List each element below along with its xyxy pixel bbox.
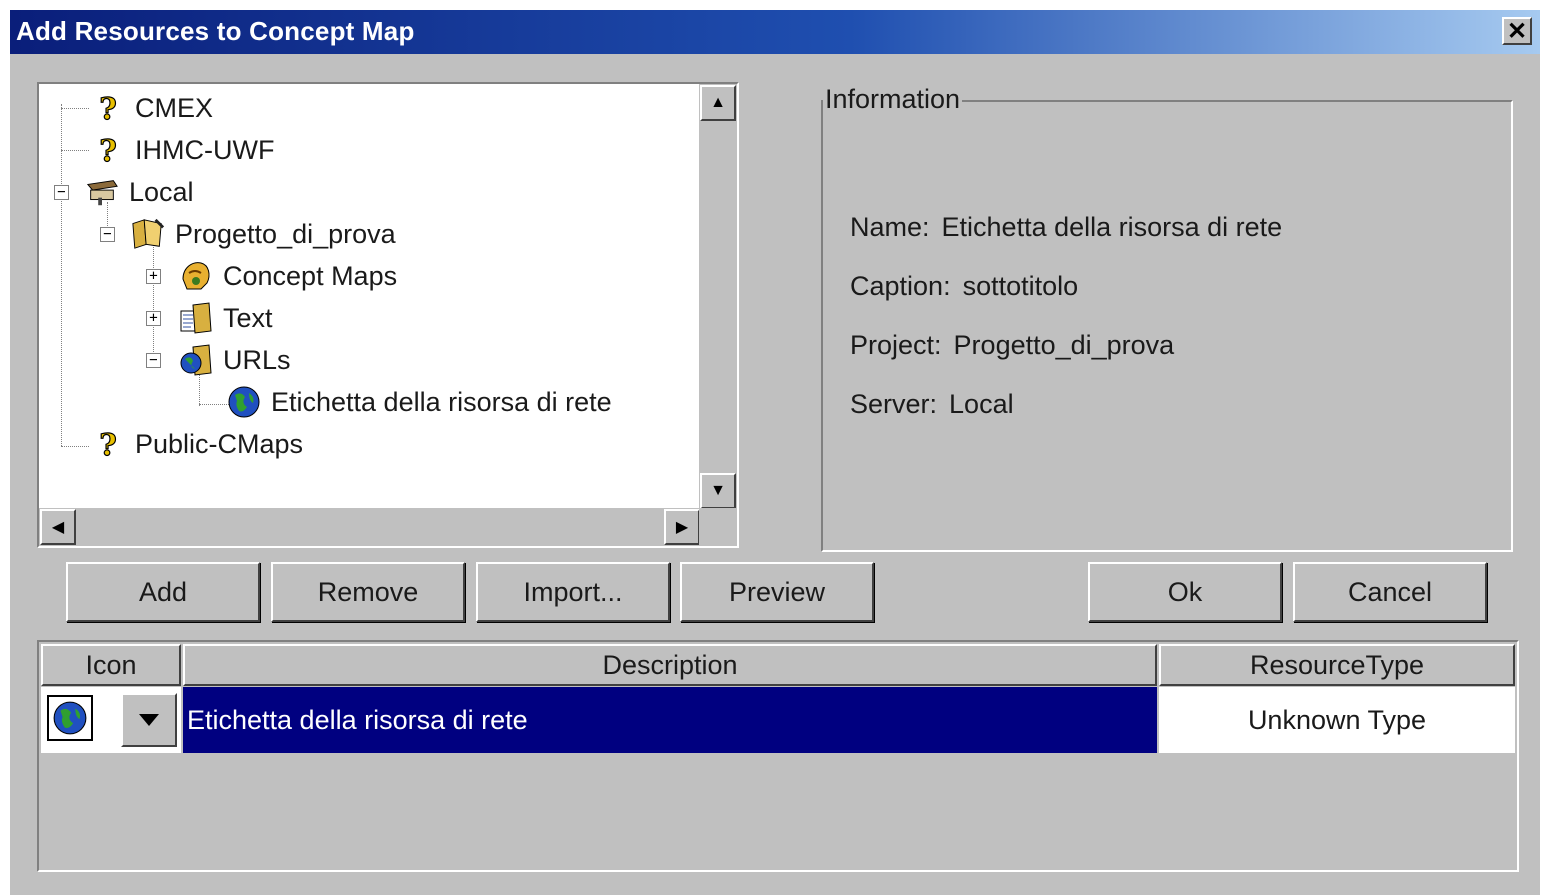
resource-tree[interactable]: − − + + − ? CMEX ? IHMC-UWF Local Proget…	[37, 82, 739, 548]
collapse-urls-toggle[interactable]: −	[146, 353, 161, 368]
tree-node-concept-maps[interactable]: Concept Maps	[179, 256, 397, 296]
tree-node-local[interactable]: Local	[85, 172, 194, 212]
globe-icon	[47, 695, 93, 741]
import-button[interactable]: Import...	[476, 562, 670, 622]
info-project-line: Project: Progetto_di_prova	[850, 330, 1174, 361]
add-button[interactable]: Add	[66, 562, 260, 622]
close-icon: ✕	[1506, 17, 1528, 45]
question-icon: ?	[91, 427, 125, 461]
info-caption-line: Caption: sottotitolo	[850, 271, 1078, 302]
collapse-project-toggle[interactable]: −	[100, 227, 115, 242]
icon-cell[interactable]	[41, 687, 181, 753]
info-project-label: Project:	[850, 330, 942, 360]
tree-node-label: Text	[223, 302, 273, 333]
tree-connector	[61, 108, 89, 109]
arrow-up-icon: ▲	[710, 94, 726, 111]
tree-node-etichetta[interactable]: Etichetta della risorsa di rete	[227, 382, 612, 422]
tree-node-label: Etichetta della risorsa di rete	[271, 386, 612, 417]
column-header-description[interactable]: Description	[183, 644, 1157, 686]
tree-node-ihmc-uwf[interactable]: ? IHMC-UWF	[91, 130, 275, 170]
tree-node-cmex[interactable]: ? CMEX	[91, 88, 213, 128]
arrow-left-icon: ◀	[51, 519, 65, 536]
tree-connector	[153, 244, 154, 364]
info-project-value: Progetto_di_prova	[953, 330, 1175, 360]
dialog-window: Add Resources to Concept Map ✕ − − + + −…	[10, 10, 1540, 895]
tree-connector	[199, 404, 229, 405]
column-header-icon[interactable]: Icon	[41, 644, 181, 686]
info-name-line: Name: Etichetta della risorsa di rete	[850, 212, 1282, 243]
title-bar[interactable]: Add Resources to Concept Map ✕	[10, 10, 1540, 54]
table-row[interactable]: Etichetta della risorsa di rete Unknown …	[41, 687, 1515, 753]
close-button[interactable]: ✕	[1502, 17, 1532, 45]
server-icon	[85, 175, 119, 209]
tree-node-label: Public-CMaps	[135, 428, 304, 459]
collapse-local-toggle[interactable]: −	[54, 185, 69, 200]
scroll-right-button[interactable]: ▶	[664, 509, 700, 545]
ok-button[interactable]: Ok	[1088, 562, 1282, 622]
question-icon: ?	[91, 133, 125, 167]
svg-text:?: ?	[99, 428, 117, 460]
icon-dropdown-button[interactable]	[121, 693, 177, 747]
tree-node-label: CMEX	[135, 92, 214, 123]
description-cell[interactable]: Etichetta della risorsa di rete	[183, 687, 1157, 753]
preview-button[interactable]: Preview	[680, 562, 874, 622]
info-caption-value: sottotitolo	[962, 271, 1079, 301]
horizontal-scrollbar[interactable]: ◀ ▶	[39, 508, 701, 546]
tree-node-public-cmaps[interactable]: ? Public-CMaps	[91, 424, 303, 464]
tree-node-label: Local	[129, 176, 194, 207]
info-name-label: Name:	[850, 212, 930, 242]
expand-concept-maps-toggle[interactable]: +	[146, 269, 161, 284]
tree-node-label: Progetto_di_prova	[175, 218, 396, 249]
information-legend: Information	[823, 84, 963, 115]
folder-icon	[131, 217, 165, 251]
dialog-title: Add Resources to Concept Map	[16, 16, 415, 46]
tree-connector	[61, 104, 62, 446]
info-caption-label: Caption:	[850, 271, 951, 301]
urls-folder-icon	[179, 343, 213, 377]
text-folder-icon	[179, 301, 213, 335]
info-server-line: Server: Local	[850, 389, 1014, 420]
svg-text:?: ?	[99, 92, 117, 124]
resource-table[interactable]: Icon Description ResourceType Etichetta …	[37, 640, 1519, 872]
scroll-left-button[interactable]: ◀	[40, 509, 76, 545]
cancel-button[interactable]: Cancel	[1293, 562, 1487, 622]
info-name-value: Etichetta della risorsa di rete	[941, 212, 1283, 242]
arrow-down-icon: ▼	[710, 482, 726, 499]
scroll-down-button[interactable]: ▼	[700, 473, 736, 509]
vertical-scrollbar[interactable]: ▲ ▼	[699, 84, 737, 510]
tree-node-progetto[interactable]: Progetto_di_prova	[131, 214, 396, 254]
tree-connector	[61, 150, 89, 151]
info-server-value: Local	[949, 389, 1014, 419]
svg-text:?: ?	[99, 134, 117, 166]
info-server-label: Server:	[850, 389, 938, 419]
chevron-down-icon	[139, 714, 159, 726]
scroll-up-button[interactable]: ▲	[700, 85, 736, 121]
resource-type-cell[interactable]: Unknown Type	[1159, 687, 1515, 753]
tree-connector	[61, 446, 89, 447]
remove-button[interactable]: Remove	[271, 562, 465, 622]
arrow-right-icon: ▶	[675, 519, 689, 536]
tree-node-label: URLs	[223, 344, 291, 375]
tree-node-label: IHMC-UWF	[135, 134, 275, 165]
tree-node-label: Concept Maps	[223, 260, 398, 291]
concept-maps-icon	[179, 259, 213, 293]
question-icon: ?	[91, 91, 125, 125]
globe-icon	[227, 385, 261, 419]
expand-text-toggle[interactable]: +	[146, 311, 161, 326]
tree-node-text[interactable]: Text	[179, 298, 273, 338]
tree-node-urls[interactable]: URLs	[179, 340, 291, 380]
information-group	[821, 100, 1513, 552]
scrollbar-corner	[699, 508, 737, 546]
column-header-resource-type[interactable]: ResourceType	[1159, 644, 1515, 686]
